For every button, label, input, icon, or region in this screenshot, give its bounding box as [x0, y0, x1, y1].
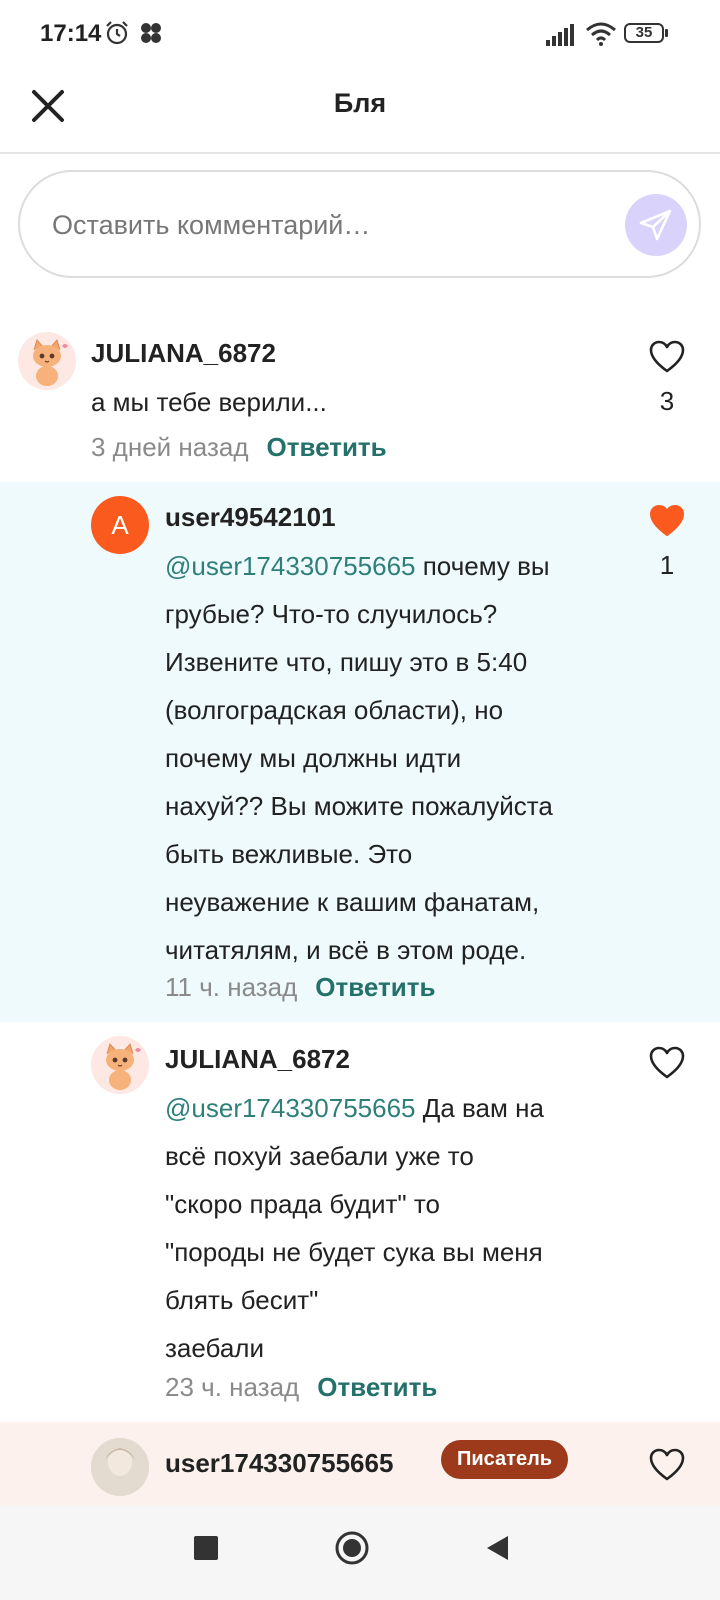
- system-nav-bar: [0, 1505, 720, 1600]
- battery-icon: 35: [624, 23, 664, 43]
- comment-meta: 11 ч. назад Ответить: [165, 972, 435, 1003]
- heart-filled-icon[interactable]: [649, 504, 685, 538]
- avatar-letter[interactable]: A: [91, 496, 149, 554]
- comment-time: 3 дней назад: [91, 432, 249, 462]
- cat-avatar-image: [91, 1036, 149, 1094]
- cat-avatar-image: [18, 332, 76, 390]
- comment-username[interactable]: JULIANA_6872: [165, 1044, 350, 1075]
- reply-button[interactable]: Ответить: [267, 432, 387, 462]
- comment-input-box: [18, 170, 701, 278]
- app-notification-icon: [141, 23, 161, 43]
- mention-link[interactable]: @user174330755665: [165, 551, 416, 581]
- reply-button[interactable]: Ответить: [317, 1372, 437, 1402]
- comment-time: 11 ч. назад: [165, 972, 298, 1002]
- signal-icon: [546, 24, 574, 46]
- comment-reply-item: A user49542101 @user174330755665 почему …: [0, 482, 720, 1022]
- reply-button[interactable]: Ответить: [315, 972, 435, 1002]
- recents-icon[interactable]: [194, 1536, 218, 1560]
- send-icon: [639, 209, 672, 241]
- status-bar: 17:14 35: [0, 0, 720, 70]
- back-icon[interactable]: [484, 1534, 510, 1562]
- comment-meta: 3 дней назад Ответить: [91, 432, 387, 463]
- comment-text: @user174330755665 почему вы грубые? Что-…: [165, 542, 625, 974]
- header: Бля: [0, 70, 720, 154]
- like-count: 3: [659, 386, 675, 416]
- comment-username[interactable]: JULIANA_6872: [91, 338, 276, 369]
- send-button[interactable]: [625, 194, 687, 256]
- comment-reply-item: JULIANA_6872 @user174330755665 Да вам на…: [0, 1022, 720, 1422]
- comment-body: Да вам на всё похуй заебали уже то "скор…: [165, 1093, 544, 1363]
- heart-icon[interactable]: [649, 1046, 685, 1080]
- comment-time: 23 ч. назад: [165, 1372, 300, 1402]
- profile-photo-image: [91, 1438, 149, 1496]
- comment-username[interactable]: user49542101: [165, 502, 336, 533]
- status-time: 17:14: [40, 20, 102, 47]
- heart-icon[interactable]: [649, 1448, 685, 1482]
- comment-item: JULIANA_6872 а мы тебе верили... 3 дней …: [0, 320, 720, 482]
- mention-link[interactable]: @user174330755665: [165, 1093, 416, 1123]
- writer-badge: Писатель: [441, 1440, 569, 1479]
- battery-tip: [665, 29, 668, 37]
- avatar[interactable]: [91, 1438, 149, 1496]
- comment-body: почему вы грубые? Что-то случилось? Изве…: [165, 551, 553, 965]
- comment-text: @user174330755665 Да вам на всё похуй за…: [165, 1084, 625, 1372]
- home-icon[interactable]: [334, 1530, 370, 1566]
- comment-reply-item: user174330755665 Писатель: [0, 1422, 720, 1505]
- heart-icon[interactable]: [649, 340, 685, 374]
- battery-level: 35: [635, 24, 653, 41]
- comment-username[interactable]: user174330755665: [165, 1448, 393, 1479]
- avatar[interactable]: [18, 332, 76, 390]
- comment-input[interactable]: [50, 200, 594, 250]
- wifi-icon: [586, 22, 616, 46]
- comment-text: а мы тебе верили...: [91, 387, 327, 417]
- page-title: Бля: [333, 88, 387, 118]
- like-count: 1: [659, 550, 675, 580]
- comment-meta: 23 ч. назад Ответить: [165, 1372, 437, 1403]
- avatar[interactable]: [91, 1036, 149, 1094]
- alarm-icon: [106, 21, 128, 45]
